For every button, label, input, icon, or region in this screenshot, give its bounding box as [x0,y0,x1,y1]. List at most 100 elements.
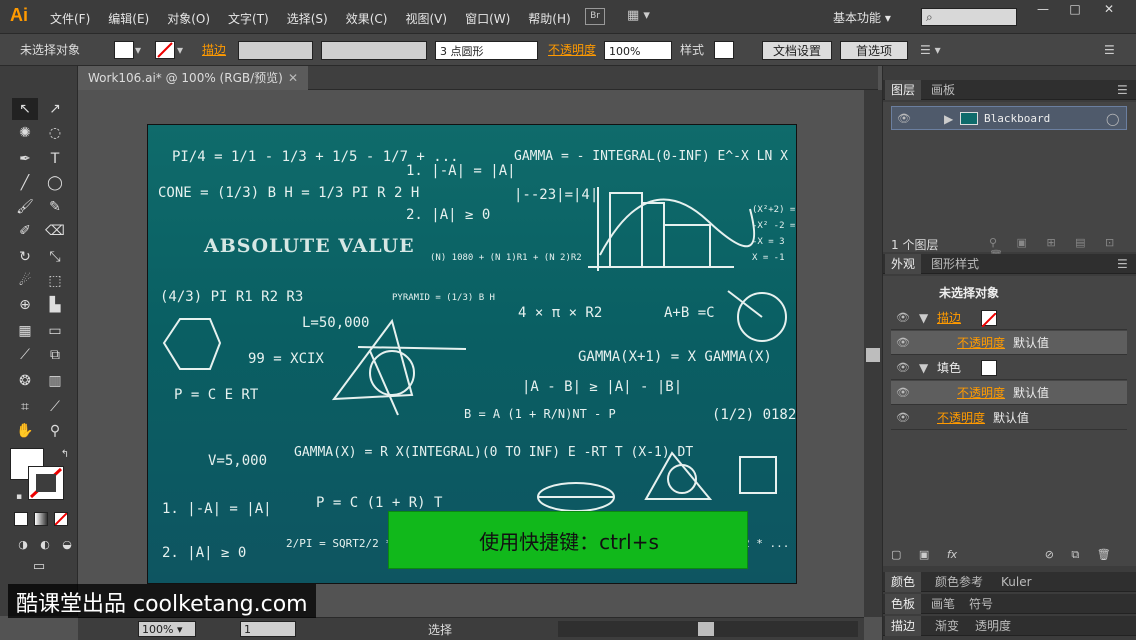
panel-menu-icon[interactable]: ☰ [1104,41,1115,60]
tab-color-guide[interactable]: 颜色参考 [929,572,989,592]
stroke-label[interactable]: 描边 [937,306,961,330]
appearance-menu-icon[interactable]: ☰ [1111,254,1134,274]
magic-wand-icon[interactable]: ✺ [12,122,38,144]
opacity-label[interactable]: 不透明度 [957,331,1005,355]
paintbrush-icon[interactable]: 🖌 [12,196,38,218]
swap-colors-icon[interactable]: ↰ [52,444,78,466]
search-input[interactable]: ⌕ [921,8,1017,26]
fill-white-swatch[interactable] [981,360,997,376]
selection-tool-icon[interactable]: ↖ [12,98,38,120]
appearance-stroke-row[interactable]: 👁 ▼ 描边 [891,306,1127,330]
warp-tool-icon[interactable]: ☄ [12,270,38,292]
stroke-color-box[interactable] [28,466,64,500]
rotate-tool-icon[interactable]: ↻ [12,246,38,268]
appearance-stroke-opacity-row[interactable]: 👁 不透明度 默认值 [891,331,1127,355]
tab-brushes[interactable]: 画笔 [925,594,961,614]
symbol-sprayer-icon[interactable]: ❂ [12,370,38,392]
tab-color[interactable]: 颜色 [885,572,922,592]
document-settings-button[interactable]: 文档设置 [762,41,832,60]
menu-edit[interactable]: 编辑(E) [108,10,149,27]
layer-row-blackboard[interactable]: 👁 ▶ Blackboard ◯ [891,106,1127,130]
column-graph-icon[interactable]: ▥ [42,370,68,392]
eyedropper-icon[interactable]: ⟋ [12,344,38,366]
blend-tool-icon[interactable]: ⧉ [42,344,68,366]
eraser-icon[interactable]: ⌫ [42,220,68,242]
layers-menu-icon[interactable]: ☰ [1111,80,1134,100]
delete-item-icon[interactable]: 🗑 [1097,548,1111,561]
tab-symbols[interactable]: 符号 [963,594,999,614]
menu-object[interactable]: 对象(O) [167,10,210,27]
menu-file[interactable]: 文件(F) [50,10,90,27]
vertical-scroll-thumb[interactable] [866,348,880,362]
tab-artboards[interactable]: 画板 [925,80,961,100]
layer-target-icon[interactable]: ◯ [1106,107,1119,131]
opacity-field[interactable]: 100% [604,41,672,60]
free-transform-icon[interactable]: ⬚ [42,270,68,292]
arrange-documents-icon[interactable]: ▦ ▾ [627,8,653,26]
opacity-label[interactable]: 不透明度 [957,381,1005,405]
variable-width-dropdown[interactable] [321,41,427,60]
draw-inside-icon[interactable]: ◒ [54,534,80,556]
appearance-fill-opacity-row[interactable]: 👁 不透明度 默认值 [891,381,1127,405]
menu-window[interactable]: 窗口(W) [465,10,510,27]
gradient-tool-icon[interactable]: ▭ [42,320,68,342]
visibility-eye-icon[interactable]: 👁 [892,107,916,131]
tab-transparency[interactable]: 透明度 [969,616,1017,636]
line-tool-icon[interactable]: ╱ [12,172,38,194]
add-fill-icon[interactable]: ▣ [919,548,929,561]
type-tool-icon[interactable]: T [42,148,68,170]
perspective-grid-icon[interactable]: ▙ [42,294,68,316]
pencil-icon[interactable]: ✎ [42,196,68,218]
mesh-tool-icon[interactable]: ▦ [12,320,38,342]
vertical-scrollbar[interactable] [864,90,882,617]
visibility-eye-icon[interactable]: 👁 [891,406,915,430]
document-tab[interactable]: Work106.ai* @ 100% (RGB/预览) ✕ [78,66,308,90]
style-swatch[interactable] [714,41,734,59]
fx-button[interactable]: fx [947,548,957,561]
tab-graphic-styles[interactable]: 图形样式 [925,254,985,274]
ellipse-tool-icon[interactable]: ◯ [42,172,68,194]
visibility-eye-icon[interactable]: 👁 [891,306,915,330]
tab-layers[interactable]: 图层 [885,80,922,100]
horizontal-scrollbar[interactable] [558,621,858,637]
visibility-eye-icon[interactable]: 👁 [891,331,915,355]
tab-appearance[interactable]: 外观 [885,254,922,274]
scale-tool-icon[interactable]: ⤡ [42,246,68,268]
stroke-swatch[interactable] [155,41,175,59]
stroke-dropdown-icon[interactable]: ▾ [177,41,183,60]
direct-selection-tool-icon[interactable]: ↗ [42,98,68,120]
preferences-button[interactable]: 首选项 [840,41,908,60]
workspace-switcher[interactable]: 基本功能 ▾ [833,9,891,26]
menu-type[interactable]: 文字(T) [228,10,269,27]
zoom-tool-icon[interactable]: ⚲ [42,420,68,442]
zoom-field[interactable]: 100% ▾ [138,621,196,637]
none-mode-icon[interactable] [54,512,68,526]
appearance-fill-row[interactable]: 👁 ▼ 填色 [891,356,1127,380]
stroke-label[interactable]: 描边 [202,41,226,60]
restore-button[interactable]: □ [1062,2,1088,18]
screen-mode-icon[interactable]: ▭ [26,556,52,578]
fill-swatch[interactable] [114,41,134,59]
lasso-icon[interactable]: ◌ [42,122,68,144]
expand-triangle-icon[interactable]: ▼ [919,356,928,380]
stroke-none-swatch[interactable] [981,310,997,328]
tab-gradient[interactable]: 渐变 [929,616,965,636]
tab-swatches[interactable]: 色板 [885,594,922,614]
artboard-tool-icon[interactable]: ⌗ [12,396,38,418]
arrange-icon[interactable]: ☰ ▾ [920,41,941,60]
color-mode-icon[interactable] [14,512,28,526]
brush-dropdown[interactable]: 3 点圆形 [435,41,538,60]
menu-view[interactable]: 视图(V) [405,10,447,27]
shape-builder-icon[interactable]: ⊕ [12,294,38,316]
blob-brush-icon[interactable]: ✐ [12,220,38,242]
visibility-eye-icon[interactable]: 👁 [891,381,915,405]
minimize-button[interactable]: — [1030,2,1056,18]
expand-triangle-icon[interactable]: ▶ [944,107,953,131]
page-field[interactable]: 1 [240,621,296,637]
tab-kuler[interactable]: Kuler [995,572,1038,592]
pen-tool-icon[interactable]: ✒ [12,148,38,170]
horizontal-scroll-thumb[interactable] [698,622,714,636]
stroke-weight-field[interactable] [238,41,313,60]
opacity-label[interactable]: 不透明度 [548,41,596,60]
tab-stroke[interactable]: 描边 [885,616,922,636]
